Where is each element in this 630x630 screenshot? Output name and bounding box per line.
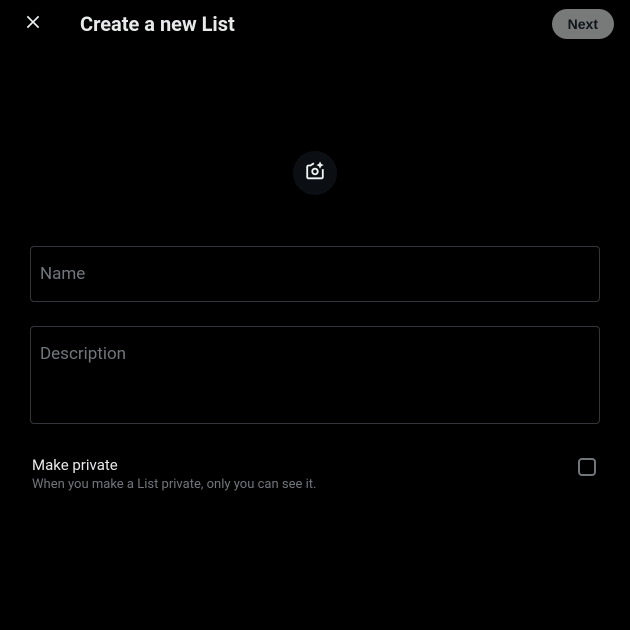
- modal-title: Create a new List: [80, 12, 552, 36]
- next-button[interactable]: Next: [552, 9, 614, 39]
- form: Name Description Make private When you m…: [0, 228, 630, 518]
- name-input[interactable]: [31, 247, 599, 301]
- camera-plus-icon: [304, 160, 326, 186]
- make-private-description: When you make a List private, only you c…: [32, 477, 578, 492]
- description-input[interactable]: [31, 327, 599, 423]
- close-button[interactable]: [16, 7, 50, 41]
- banner-area: [0, 48, 630, 228]
- name-field[interactable]: Name: [30, 246, 600, 302]
- add-banner-photo-button[interactable]: [293, 151, 337, 195]
- description-field[interactable]: Description: [30, 326, 600, 424]
- modal-header: Create a new List Next: [0, 0, 630, 48]
- make-private-label: Make private: [32, 456, 578, 474]
- close-icon: [23, 12, 43, 36]
- make-private-row: Make private When you make a List privat…: [30, 448, 600, 500]
- make-private-checkbox[interactable]: [578, 458, 596, 476]
- make-private-text: Make private When you make a List privat…: [32, 456, 578, 492]
